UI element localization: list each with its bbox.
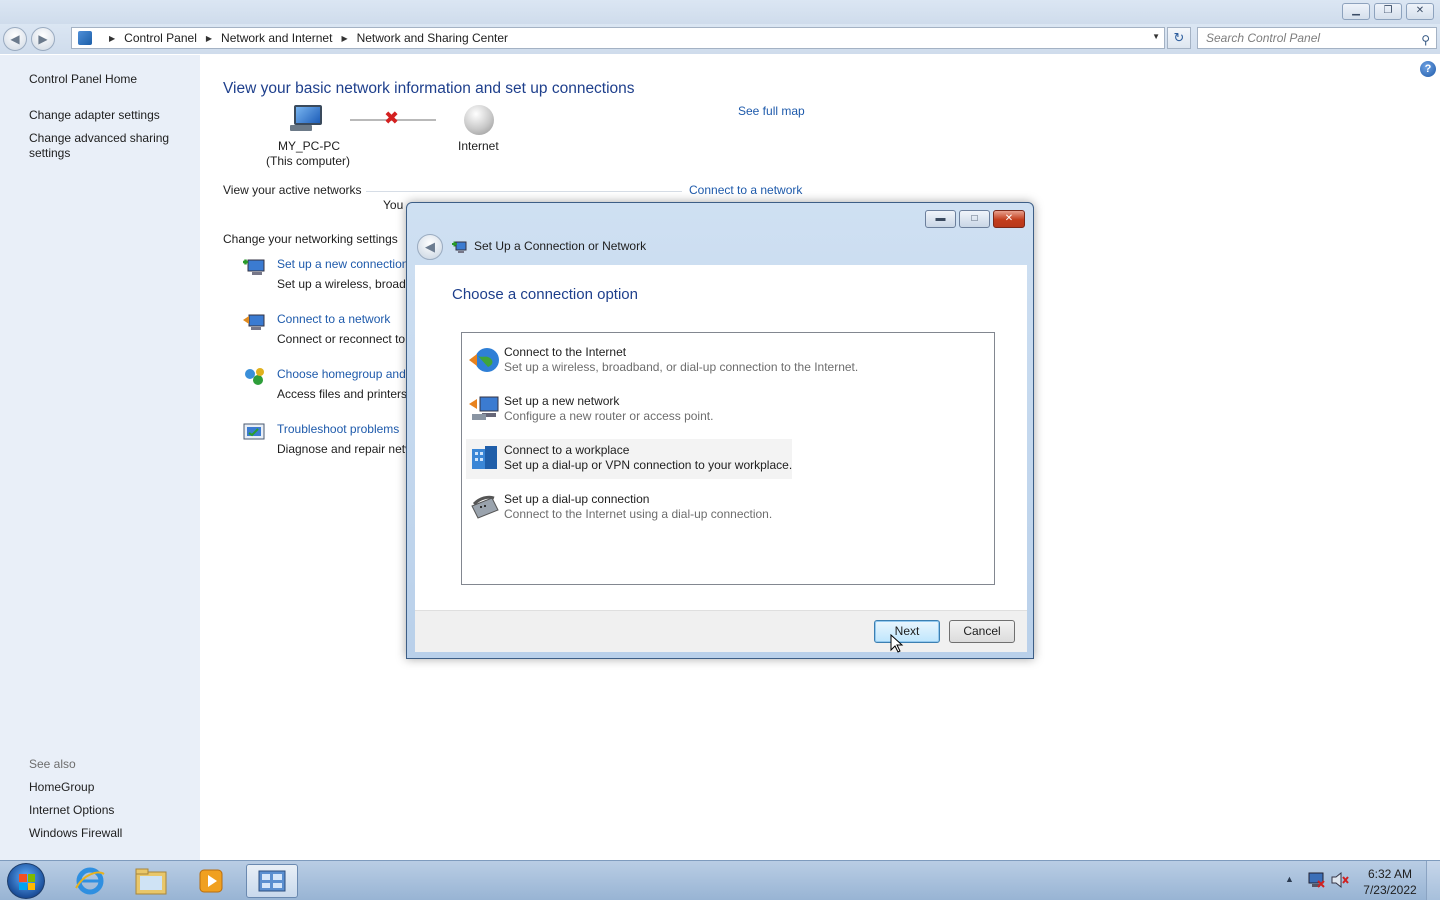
option-desc: Set up a wireless, broadband, or dial-up… [504, 360, 859, 374]
sidebar: Control Panel Home Change adapter settin… [0, 55, 200, 860]
connect-to-network-link[interactable]: Connect to a network [689, 183, 802, 197]
network-setup-icon [451, 239, 467, 255]
option-connect-workplace[interactable]: Connect to a workplace Set up a dial-up … [466, 439, 792, 479]
dialog-back-button[interactable]: ◀ [417, 234, 443, 260]
chevron-right-icon[interactable]: ▶ [109, 34, 115, 43]
show-hidden-icons-icon[interactable]: ▲ [1285, 874, 1294, 884]
disconnected-x-icon[interactable]: ✖ [384, 108, 399, 129]
dialog-title: Set Up a Connection or Network [474, 239, 647, 253]
window-titlebar: ▁ ❐ ✕ [0, 0, 1440, 24]
minimize-button[interactable]: ▁ [1342, 3, 1370, 20]
taskbar-windows-explorer[interactable] [125, 864, 177, 898]
breadcrumb-control-panel[interactable]: Control Panel [124, 31, 197, 45]
breadcrumb-network-sharing-center[interactable]: Network and Sharing Center [357, 31, 508, 45]
folder-icon [135, 868, 167, 895]
task-connect-network-link[interactable]: Connect to a network [277, 312, 390, 326]
address-bar[interactable]: ▶ Control Panel ▶ Network and Internet ▶… [71, 27, 1165, 49]
dialog-heading: Choose a connection option [452, 286, 638, 303]
globe-arrow-icon [468, 345, 500, 375]
windows-logo-icon [19, 874, 35, 890]
dialup-modem-icon [468, 492, 500, 522]
option-desc: Set up a dial-up or VPN connection to yo… [504, 458, 793, 472]
taskbar-control-panel[interactable] [246, 864, 298, 898]
task-setup-new-connection-link[interactable]: Set up a new connection [277, 257, 408, 271]
page-title: View your basic network information and … [223, 80, 635, 97]
homegroup-icon [242, 366, 266, 388]
control-panel-icon [258, 870, 286, 892]
taskbar-internet-explorer[interactable] [64, 864, 116, 898]
computer-subtitle: (This computer) [266, 154, 351, 168]
taskbar: ▲ 6:32 AM 7/23/2022 [0, 860, 1440, 900]
breadcrumb-network-and-internet[interactable]: Network and Internet [221, 31, 332, 45]
computer-icon[interactable] [290, 105, 322, 133]
option-title: Set up a new network [504, 394, 620, 408]
option-title: Connect to the Internet [504, 345, 627, 359]
cancel-button[interactable]: Cancel [949, 620, 1015, 643]
next-button[interactable]: Next [874, 620, 940, 643]
task-setup-new-connection-desc: Set up a wireless, broadb [277, 277, 413, 291]
sidebar-item-control-panel-home[interactable]: Control Panel Home [29, 72, 137, 87]
internet-explorer-icon [75, 867, 105, 895]
option-title: Set up a dial-up connection [504, 492, 650, 506]
sidebar-item-homegroup[interactable]: HomeGroup [29, 780, 94, 795]
option-connect-internet[interactable]: Connect to the Internet Set up a wireles… [466, 341, 858, 381]
troubleshoot-icon [242, 421, 266, 443]
connection-options-list[interactable]: Connect to the Internet Set up a wireles… [461, 332, 995, 585]
task-homegroup-desc: Access files and printers [277, 387, 408, 401]
restore-button[interactable]: ❐ [1374, 3, 1402, 20]
partial-network-text: You [383, 198, 404, 212]
mouse-cursor-icon [890, 633, 904, 657]
sidebar-item-windows-firewall[interactable]: Windows Firewall [29, 826, 122, 841]
dialog-maximize-button[interactable]: □ [959, 210, 990, 228]
router-computer-icon [468, 394, 500, 424]
clock-time: 6:32 AM [1367, 867, 1413, 881]
chevron-right-icon[interactable]: ▶ [341, 34, 347, 43]
show-desktop-button[interactable] [1426, 861, 1440, 900]
clock-date: 7/23/2022 [1363, 883, 1417, 897]
see-also-heading: See also [29, 757, 76, 771]
active-networks-label: View your active networks [223, 183, 362, 197]
forward-button[interactable]: ▶ [31, 27, 55, 51]
option-desc: Connect to the Internet using a dial-up … [504, 507, 773, 521]
computer-name: MY_PC-PC [278, 139, 341, 153]
search-input[interactable]: Search Control Panel ⚲ [1197, 27, 1437, 49]
search-icon[interactable]: ⚲ [1421, 30, 1430, 50]
task-troubleshoot-link[interactable]: Troubleshoot problems [277, 422, 399, 436]
back-button[interactable]: ◀ [3, 27, 27, 51]
media-player-icon [199, 869, 223, 893]
workplace-building-icon [468, 443, 500, 473]
option-desc: Configure a new router or access point. [504, 409, 714, 423]
volume-muted-icon[interactable] [1330, 871, 1350, 892]
setup-connection-dialog: ▬ □ ✕ ◀ Set Up a Connection or Network C… [406, 202, 1034, 659]
option-title: Connect to a workplace [504, 443, 630, 457]
sidebar-item-internet-options[interactable]: Internet Options [29, 803, 114, 818]
connect-network-icon [242, 311, 266, 333]
chevron-right-icon[interactable]: ▶ [206, 34, 212, 43]
control-panel-icon [78, 31, 92, 45]
dialog-close-button[interactable]: ✕ [993, 210, 1025, 228]
sidebar-item-change-adapter-settings[interactable]: Change adapter settings [29, 108, 160, 123]
new-connection-icon [242, 256, 266, 278]
search-placeholder: Search Control Panel [1206, 31, 1321, 45]
system-clock[interactable]: 6:32 AM 7/23/2022 [1358, 866, 1422, 898]
dialog-minimize-button[interactable]: ▬ [925, 210, 956, 228]
internet-label: Internet [458, 139, 499, 153]
help-icon[interactable]: ? [1420, 61, 1436, 77]
task-homegroup-link[interactable]: Choose homegroup and [277, 367, 406, 381]
taskbar-media-player[interactable] [185, 864, 237, 898]
address-bar-row: ◀ ▶ ▶ Control Panel ▶ Network and Intern… [0, 24, 1440, 54]
sidebar-item-change-advanced-sharing[interactable]: Change advanced sharing settings [29, 131, 189, 161]
close-button[interactable]: ✕ [1406, 3, 1434, 20]
networking-settings-heading: Change your networking settings [223, 232, 398, 246]
chevron-down-icon[interactable]: ▼ [1152, 32, 1160, 41]
refresh-button[interactable]: ↻ [1167, 27, 1191, 49]
see-full-map-link[interactable]: See full map [738, 104, 805, 118]
task-troubleshoot-desc: Diagnose and repair netv [277, 442, 412, 456]
option-dialup[interactable]: Set up a dial-up connection Connect to t… [466, 488, 792, 528]
internet-globe-icon[interactable] [464, 105, 494, 135]
option-new-network[interactable]: Set up a new network Configure a new rou… [466, 390, 792, 430]
network-tray-icon[interactable] [1306, 871, 1326, 892]
start-button[interactable] [7, 863, 45, 899]
task-connect-network-desc: Connect or reconnect to [277, 332, 406, 346]
